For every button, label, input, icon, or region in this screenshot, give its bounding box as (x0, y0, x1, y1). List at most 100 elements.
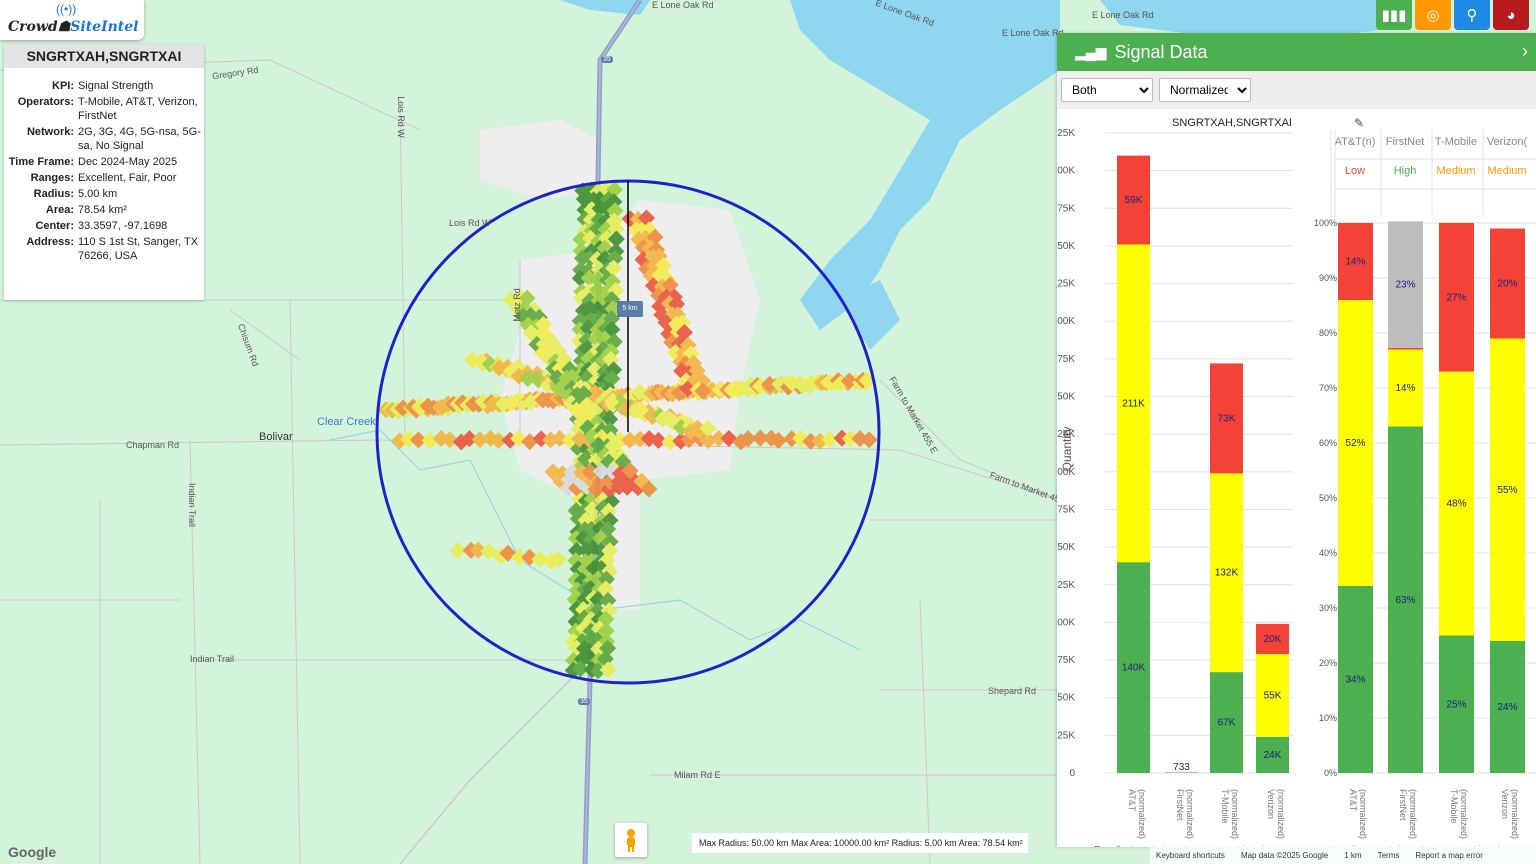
x-tick-label: (normalized) (1276, 789, 1286, 839)
info-row: Ranges: Excellent, Fair, Poor (4, 170, 204, 186)
info-key: Operators: (17, 96, 74, 108)
x-tick-label: (normalized) (1185, 789, 1195, 839)
radius-scale-label: 5 km (617, 301, 643, 317)
column-header: Verizon( (1487, 136, 1528, 148)
info-row: KPI: Signal Strength (4, 78, 204, 94)
info-row: Network: 2G, 3G, 4G, 5G-nsa, 5G-sa, No Si… (4, 124, 204, 154)
x-tick-label: AT&T (1127, 789, 1137, 812)
road-label: Milam Rd E (674, 770, 721, 780)
y-tick-label: 50K (1057, 693, 1075, 704)
info-key: Ranges: (30, 172, 74, 184)
road-label: Lois Rd W (449, 218, 491, 228)
chart-toggle-icon[interactable]: ▮▮▮ (1376, 0, 1412, 30)
signal-icon: ((•)) (56, 2, 77, 16)
x-tick-label: Verizon (1266, 789, 1276, 819)
target-icon[interactable]: ◎ (1415, 0, 1451, 30)
data-label: 59K (1125, 195, 1143, 206)
y-tick-label: 50% (1319, 493, 1337, 503)
info-row: Radius: 5.00 km (4, 186, 204, 202)
x-tick-label: (normalized) (1137, 789, 1147, 839)
app-logo[interactable]: ((•)) Crowd☗SiteIntel (0, 0, 144, 40)
y-tick-label: 150K (1057, 542, 1075, 553)
info-value: Excellent, Fair, Poor (78, 172, 177, 184)
info-key: Area: (45, 204, 74, 216)
panel-header: ▂▄▆ Signal Data › (1057, 33, 1536, 71)
data-label: 211K (1122, 398, 1145, 409)
normalization-select[interactable]: Normalized (1159, 78, 1251, 102)
y-tick-label: 100K (1057, 617, 1075, 628)
data-label: 140K (1122, 663, 1146, 674)
column-header: T-Mobile (1435, 136, 1477, 148)
y-tick-label: 250K (1057, 392, 1075, 403)
y-tick-label: 275K (1057, 354, 1075, 365)
x-tick-label: (normalized) (1230, 789, 1240, 839)
y-tick-label: 20% (1319, 658, 1337, 668)
report-error-link[interactable]: Report a map error (1415, 851, 1483, 860)
info-row: Area: 78.54 km² (4, 202, 204, 218)
x-tick-label: (normalized) (1408, 789, 1418, 839)
info-value: 110 S 1st St, Sanger, TX 76266, USA (78, 236, 199, 262)
y-tick-label: 0 (1069, 768, 1075, 779)
data-label: 55K (1264, 690, 1282, 701)
info-key: KPI: (52, 80, 74, 92)
google-logo: Google (8, 844, 57, 860)
data-label: 14% (1345, 257, 1365, 268)
data-label: 27% (1446, 292, 1466, 303)
y-tick-label: 375K (1057, 203, 1075, 214)
creek-label: Clear Creek (317, 416, 376, 428)
data-label: 20K (1264, 634, 1282, 645)
y-tick-label: 40% (1319, 548, 1337, 558)
globe-icon[interactable]: ◕ (1493, 0, 1529, 30)
info-panel: SNGRTXAH,SNGRTXAI KPI: Signal Strength Ope… (4, 44, 204, 300)
operator-mode-select[interactable]: Both (1061, 78, 1153, 102)
data-label: 24K (1264, 750, 1282, 761)
location-pin-icon[interactable]: ⚲ (1454, 0, 1490, 30)
data-label: 14% (1395, 383, 1415, 394)
y-tick-label: 75K (1057, 655, 1075, 666)
x-tick-label: T-Mobile (1449, 789, 1459, 824)
bar-segment (1388, 347, 1423, 350)
y-tick-label: 25K (1057, 730, 1075, 741)
y-tick-label: 0% (1324, 768, 1337, 778)
y-tick-label: 30% (1319, 603, 1337, 613)
info-value: 33.3597, -97.1698 (78, 220, 168, 232)
data-label: 55% (1497, 485, 1517, 496)
keyboard-shortcuts-link[interactable]: Keyboard shortcuts (1156, 851, 1225, 860)
data-label: 67K (1218, 718, 1236, 729)
map-footer: Keyboard shortcuts Map data ©2025 Google… (1150, 846, 1536, 864)
info-value: 78.54 km² (78, 204, 127, 216)
interstate-shield: 35 (578, 698, 590, 705)
info-row: Time Frame: Dec 2024-May 2025 (4, 154, 204, 170)
info-value: Dec 2024-May 2025 (78, 156, 178, 168)
rating-label: Medium (1487, 165, 1526, 177)
column-header: AT&T(n) (1335, 136, 1376, 148)
legend-label: Excellent (1094, 845, 1135, 847)
rating-label: Medium (1436, 165, 1475, 177)
x-tick-label: (normalized) (1510, 789, 1520, 839)
info-row: Center: 33.3597, -97.1698 (4, 218, 204, 234)
y-tick-label: 60% (1319, 438, 1337, 448)
y-tick-label: 300K (1057, 316, 1075, 327)
data-label: 52% (1345, 438, 1365, 449)
chevron-right-icon[interactable]: › (1522, 41, 1528, 62)
info-key: Radius: (33, 188, 74, 200)
y-tick-label: 10% (1319, 713, 1337, 723)
rating-label: Low (1345, 165, 1365, 177)
column-header: FirstNet (1386, 136, 1425, 148)
y-tick-label: 125K (1057, 580, 1075, 591)
street-view-pegman-icon[interactable] (615, 823, 647, 857)
y-tick-label: 325K (1057, 279, 1075, 290)
terms-link[interactable]: Terms (1378, 851, 1400, 860)
road-label: Shepard Rd (988, 686, 1037, 696)
y-tick-label: 100% (1314, 218, 1337, 228)
info-row: Address: 110 S 1st St, Sanger, TX 76266, … (4, 234, 204, 264)
rating-label: High (1394, 165, 1417, 177)
panel-title: Signal Data (1114, 41, 1208, 62)
radius-status-bar: Max Radius: 50.00 km Max Area: 10000.00 … (692, 833, 1028, 853)
data-label: 63% (1395, 595, 1415, 606)
data-label: 73K (1218, 413, 1236, 424)
brand-name: Crowd☗SiteIntel (8, 19, 139, 35)
y-tick-label: 175K (1057, 504, 1075, 515)
panel-controls: Both Normalized (1057, 71, 1536, 109)
info-value: 5.00 km (78, 188, 118, 200)
